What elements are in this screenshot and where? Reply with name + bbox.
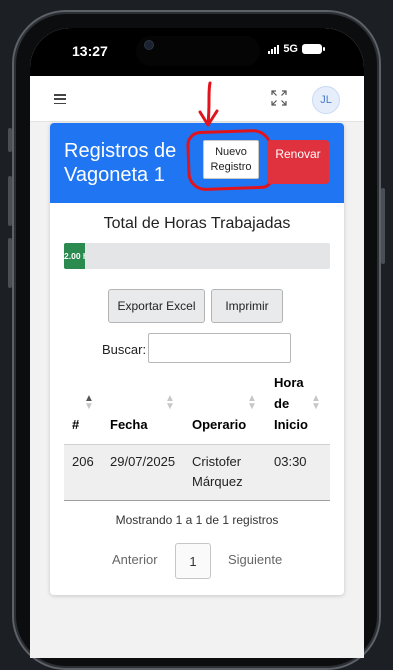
- sort-icon[interactable]: ▲ ▼: [247, 394, 257, 412]
- print-button[interactable]: Imprimir: [211, 289, 283, 323]
- phone-side-button: [8, 176, 12, 226]
- column-header-id[interactable]: #: [72, 414, 79, 435]
- status-bar: 13:27 5G: [30, 28, 364, 76]
- phone-side-button: [8, 238, 12, 288]
- renew-button[interactable]: Renovar: [267, 140, 329, 184]
- hours-progress-fill: 2.00 h: [64, 243, 86, 269]
- menu-icon[interactable]: [54, 94, 66, 104]
- network-label: 5G: [283, 43, 298, 55]
- new-record-button[interactable]: Nuevo Registro: [203, 140, 259, 179]
- cell-date: 29/07/2025: [110, 454, 176, 469]
- phone-side-button: [381, 188, 385, 264]
- pagination-next[interactable]: Siguiente: [228, 552, 282, 567]
- search-input[interactable]: [148, 333, 291, 363]
- sort-icon[interactable]: ▲ ▼: [311, 394, 321, 412]
- annotation-arrow: [198, 81, 219, 127]
- hours-progress-bar: 2.00 h: [64, 243, 330, 269]
- cell-id: 206: [72, 454, 94, 469]
- camera-icon: [144, 40, 154, 50]
- hours-title: Total de Horas Trabajadas: [103, 215, 291, 232]
- sort-icon[interactable]: ▲ ▼: [165, 394, 175, 412]
- phone-side-button: [8, 128, 12, 152]
- status-time: 13:27: [72, 43, 108, 59]
- status-indicators: 5G: [268, 43, 325, 55]
- dynamic-island: [136, 36, 260, 66]
- sort-asc-icon[interactable]: ▲ ▼: [84, 394, 94, 412]
- pagination-page[interactable]: 1: [175, 543, 211, 579]
- user-avatar[interactable]: JL: [312, 86, 340, 114]
- page-title: Registros de Vagoneta 1: [64, 140, 177, 186]
- column-header-date[interactable]: Fecha: [110, 414, 148, 435]
- export-excel-button[interactable]: Exportar Excel: [108, 289, 205, 323]
- column-header-start-time[interactable]: Hora de Inicio: [274, 372, 316, 435]
- records-card: Registros de Vagoneta 1 Nuevo Registro R…: [50, 123, 344, 595]
- column-header-operator[interactable]: Operario: [192, 414, 246, 435]
- fullscreen-icon[interactable]: [271, 90, 287, 106]
- search-label: Buscar:: [102, 342, 147, 357]
- signal-icon: [268, 44, 280, 54]
- card-header: Registros de Vagoneta 1 Nuevo Registro R…: [50, 123, 344, 203]
- table-info: Mostrando 1 a 1 de 1 registros: [115, 513, 279, 527]
- cell-start-time: 03:30: [274, 454, 307, 469]
- pagination-prev[interactable]: Anterior: [112, 552, 158, 567]
- battery-icon: [302, 44, 325, 54]
- cell-operator: Cristofer Márquez: [192, 454, 243, 489]
